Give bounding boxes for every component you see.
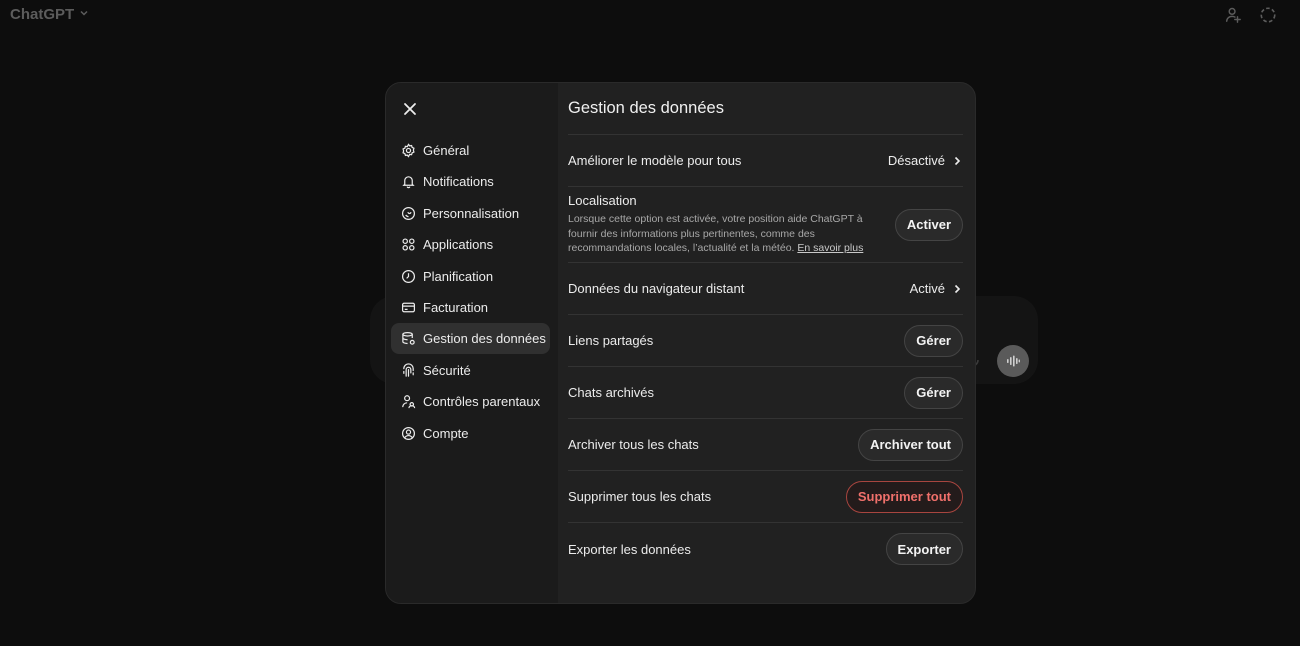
sidebar-item-label: Général [423, 143, 470, 158]
chevron-down-icon [78, 6, 90, 23]
location-row: Localisation Lorsque cette option est ac… [568, 186, 963, 262]
sidebar-item-applications[interactable]: Applications [391, 229, 550, 260]
row-label: Améliorer le modèle pour tous [568, 153, 742, 168]
sidebar-item-data-controls[interactable]: Gestion des données [391, 323, 550, 355]
delete-all-button[interactable]: Supprimer tout [845, 480, 963, 513]
row-label: Données du navigateur distant [568, 281, 745, 296]
sidebar-item-account[interactable]: Compte [391, 418, 550, 449]
bell-icon [400, 174, 416, 190]
sidebar-item-label: Notifications [423, 174, 494, 190]
row-value: Activé [909, 281, 945, 296]
export-button[interactable]: Exporter [885, 533, 963, 565]
remote-browser-row: Données du navigateur distant Activé [568, 262, 963, 314]
sidebar-item-personalization[interactable]: Personnalisation [391, 198, 550, 229]
sidebar-item-notifications[interactable]: Notifications [391, 166, 550, 197]
row-label: Localisation [568, 193, 637, 209]
settings-nav: Général Notifications Personnalisation A… [391, 135, 550, 449]
sidebar-item-label: Applications [423, 237, 494, 253]
grid-icon [400, 237, 416, 253]
chevron-right-icon [954, 284, 961, 293]
brand-name: ChatGPT [10, 6, 75, 23]
sidebar-item-label: Contrôles parentaux [423, 394, 541, 410]
row-label: Supprimer tous les chats [568, 489, 712, 504]
dashed-circle-icon[interactable] [1259, 6, 1277, 24]
manage-archived-chats-button[interactable]: Gérer [904, 376, 963, 409]
sidebar-item-label: Facturation [423, 299, 489, 315]
person-add-icon[interactable] [1224, 6, 1242, 24]
archive-all-row: Archiver tous les chats Archiver tout [568, 418, 963, 470]
settings-modal: Général Notifications Personnalisation A… [385, 82, 976, 604]
close-icon[interactable] [400, 99, 420, 119]
location-description: Lorsque cette option est activée, votre … [568, 212, 886, 256]
row-value: Désactivé [887, 153, 945, 168]
row-label: Archiver tous les chats [568, 437, 699, 452]
top-bar: ChatGPT [0, 0, 1300, 32]
sidebar-item-security[interactable]: Sécurité [391, 355, 550, 386]
voice-mode-icon [997, 345, 1029, 377]
settings-content: Gestion des données Améliorer le modèle … [568, 83, 963, 603]
learn-more-link[interactable]: En savoir plus [797, 242, 863, 254]
sidebar-item-label: Personnalisation [423, 205, 520, 221]
sidebar-item-scheduling[interactable]: Planification [391, 261, 550, 292]
clock-icon [400, 268, 416, 284]
database-icon [400, 331, 416, 347]
sidebar-item-billing[interactable]: Facturation [391, 292, 550, 323]
row-label: Chats archivés [568, 385, 654, 400]
manage-shared-links-button[interactable]: Gérer [904, 324, 963, 357]
remote-browser-toggle[interactable]: Activé [910, 281, 963, 296]
row-label: Liens partagés [568, 333, 654, 348]
page-title: Gestion des données [568, 99, 724, 117]
row-label: Exporter les données [568, 541, 691, 557]
improve-model-row: Améliorer le modèle pour tous Désactivé [568, 134, 963, 186]
personalization-icon [400, 205, 416, 221]
sidebar-item-general[interactable]: Général [391, 135, 550, 166]
location-text: Localisation Lorsque cette option est ac… [568, 193, 886, 256]
settings-sidebar: Général Notifications Personnalisation A… [386, 83, 558, 603]
settings-rows: Améliorer le modèle pour tous Désactivé … [568, 134, 963, 575]
user-circle-icon [400, 425, 416, 441]
sidebar-item-label: Planification [423, 268, 494, 284]
export-row: Exporter les données Exporter [568, 522, 963, 575]
parent-icon [400, 394, 416, 410]
delete-all-row: Supprimer tous les chats Supprimer tout [568, 470, 963, 522]
sidebar-item-label: Compte [423, 425, 469, 441]
fingerprint-icon [400, 362, 416, 378]
archive-all-button[interactable]: Archiver tout [858, 428, 963, 461]
improve-model-toggle[interactable]: Désactivé [888, 153, 963, 168]
sidebar-item-parental-controls[interactable]: Contrôles parentaux [391, 386, 550, 417]
chevron-right-icon [954, 156, 961, 165]
activate-location-button[interactable]: Activer [894, 208, 963, 241]
card-icon [400, 299, 416, 315]
archived-chats-row: Chats archivés Gérer [568, 366, 963, 418]
shared-links-row: Liens partagés Gérer [568, 314, 963, 366]
sidebar-item-label: Gestion des données [423, 331, 546, 347]
model-selector[interactable]: ChatGPT [10, 6, 90, 23]
sidebar-item-label: Sécurité [423, 362, 471, 378]
gear-icon [400, 143, 416, 159]
